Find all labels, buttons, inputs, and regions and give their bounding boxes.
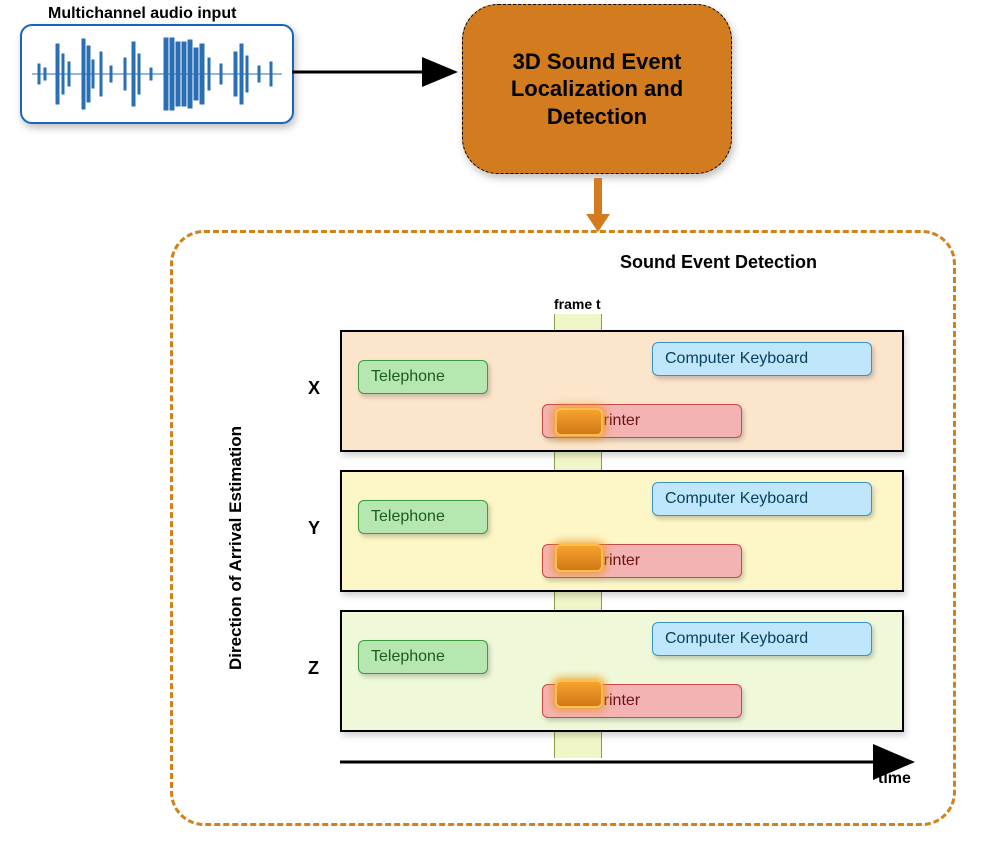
time-axis-label: time xyxy=(878,770,911,788)
lane-z-event-telephone: Telephone xyxy=(358,640,488,674)
lane-x-event-keyboard: Computer Keyboard xyxy=(652,342,872,376)
lane-x-label: X xyxy=(308,378,320,399)
lane-z-event-keyboard: Computer Keyboard xyxy=(652,622,872,656)
frame-marker-z xyxy=(555,680,603,708)
frame-marker-y xyxy=(555,544,603,572)
arrow-right-icon xyxy=(292,60,462,84)
audio-input-label: Multichannel audio input xyxy=(48,5,236,23)
lane-y: Y Telephone Computer Keyboard Printer xyxy=(340,470,904,592)
seld-process-label: 3D Sound Event Localization and Detectio… xyxy=(481,48,713,131)
lane-z: Z Telephone Computer Keyboard Printer xyxy=(340,610,904,732)
panel-title: Sound Event Detection xyxy=(620,252,817,273)
lane-y-event-keyboard: Computer Keyboard xyxy=(652,482,872,516)
lane-y-label: Y xyxy=(308,518,320,539)
arrow-down-icon xyxy=(586,178,610,234)
timeline-lanes: X Telephone Computer Keyboard Printer Y … xyxy=(340,330,900,750)
frame-marker-x xyxy=(555,408,603,436)
lane-y-event-telephone: Telephone xyxy=(358,500,488,534)
waveform-icon xyxy=(32,34,282,114)
time-axis-arrow xyxy=(340,752,920,776)
doa-axis-label: Direction of Arrival Estimation xyxy=(226,426,246,670)
seld-process-box: 3D Sound Event Localization and Detectio… xyxy=(462,4,732,174)
audio-input-box xyxy=(20,24,294,124)
lane-z-label: Z xyxy=(308,658,319,679)
lane-x-event-telephone: Telephone xyxy=(358,360,488,394)
frame-t-label: frame t xyxy=(554,296,601,312)
lane-x: X Telephone Computer Keyboard Printer xyxy=(340,330,904,452)
